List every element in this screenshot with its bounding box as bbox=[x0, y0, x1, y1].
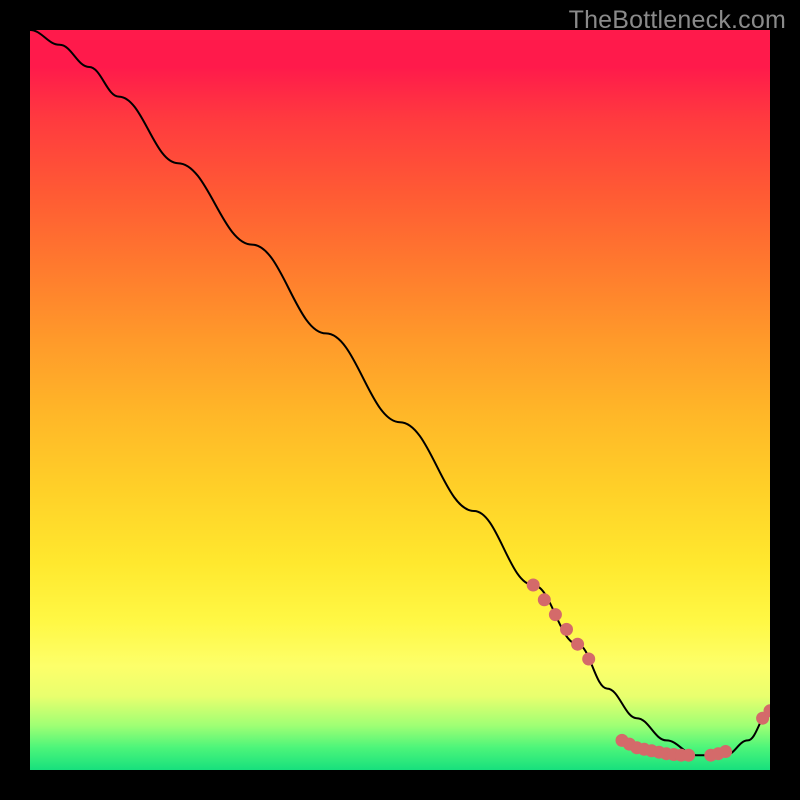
data-marker bbox=[527, 579, 539, 591]
data-marker bbox=[572, 638, 584, 650]
plot-overlay bbox=[30, 30, 770, 770]
data-marker bbox=[561, 623, 573, 635]
marker-group bbox=[527, 579, 770, 761]
chart-stage: TheBottleneck.com bbox=[0, 0, 800, 800]
data-marker bbox=[583, 653, 595, 665]
data-marker bbox=[683, 749, 695, 761]
data-marker bbox=[538, 594, 550, 606]
plot-area bbox=[30, 30, 770, 770]
data-marker bbox=[549, 609, 561, 621]
data-marker bbox=[720, 746, 732, 758]
watermark-text: TheBottleneck.com bbox=[569, 6, 786, 35]
bottleneck-curve bbox=[30, 30, 770, 755]
